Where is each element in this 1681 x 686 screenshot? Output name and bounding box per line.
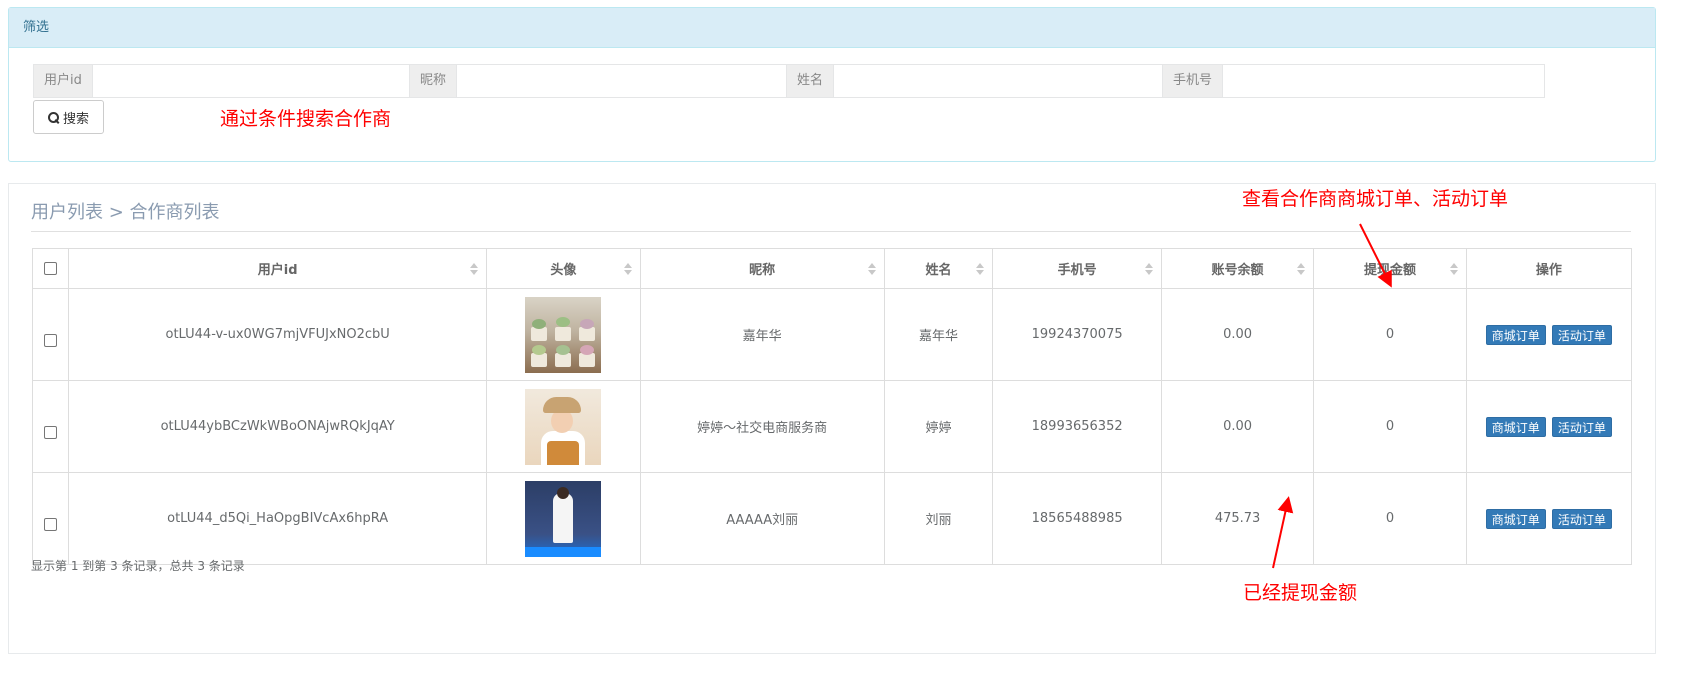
- column-header-balance[interactable]: 账号余额: [1160, 248, 1315, 289]
- column-header-withdrawn[interactable]: 提现金额: [1313, 248, 1467, 289]
- name-label: 姓名: [787, 65, 835, 97]
- actions-cell: 商城订单 活动订单: [1465, 380, 1633, 473]
- table-row: otLU44-v-ux0WG7mjVFUJxNO2cbU 嘉年华 嘉年华 199…: [31, 288, 1633, 381]
- nickname-cell: 嘉年华: [639, 288, 885, 381]
- avatar-cell: [486, 472, 641, 565]
- partner-list-panel: 用户列表 > 合作商列表 用户id 头像 昵称 姓名 手机号 账号余额 提现金额…: [8, 183, 1656, 654]
- search-button[interactable]: 搜索: [33, 100, 104, 134]
- filter-panel: 筛选 用户id 昵称 姓名 手机号 搜索: [8, 7, 1656, 162]
- nickname-filter: 昵称: [409, 64, 792, 98]
- name-cell: 刘丽: [883, 472, 994, 565]
- mall-orders-button[interactable]: 商城订单: [1485, 324, 1546, 345]
- breadcrumb: 用户列表 > 合作商列表: [31, 202, 220, 223]
- search-annotation: 通过条件搜索合作商: [220, 108, 392, 130]
- withdrawn-cell: 0: [1313, 380, 1467, 473]
- page: 筛选 用户id 昵称 姓名 手机号 搜索 通过条件搜索合作商 用户列表 > 合作…: [0, 0, 1681, 686]
- user-id-cell: otLU44_d5Qi_HaOpgBIVcAx6hpRA: [68, 472, 488, 565]
- user-id-input[interactable]: [92, 65, 415, 97]
- actions-cell: 商城订单 活动订单: [1465, 288, 1633, 381]
- withdrawn-cell: 0: [1313, 472, 1467, 565]
- sort-icon[interactable]: [867, 263, 876, 275]
- phone-cell: 18993656352: [992, 380, 1162, 473]
- sort-icon[interactable]: [1297, 263, 1306, 275]
- withdrawn-cell: 0: [1313, 288, 1467, 381]
- nickname-input[interactable]: [457, 65, 791, 97]
- user-id-cell: otLU44ybBCzWkWBoONAjwRQkJqAY: [68, 380, 488, 473]
- mall-orders-button[interactable]: 商城订单: [1485, 508, 1546, 529]
- user-id-cell: otLU44-v-ux0WG7mjVFUJxNO2cbU: [68, 288, 488, 381]
- row-checkbox[interactable]: [44, 334, 58, 347]
- balance-cell: 0.00: [1160, 380, 1315, 473]
- row-select-cell: [31, 288, 70, 381]
- actions-cell: 商城订单 活动订单: [1465, 472, 1633, 565]
- avatar-cell: [486, 380, 641, 473]
- sort-icon[interactable]: [1144, 263, 1153, 275]
- name-input[interactable]: [834, 65, 1168, 97]
- phone-cell: 18565488985: [992, 472, 1162, 565]
- name-cell: 婷婷: [883, 380, 994, 473]
- nickname-cell: AAAAA刘丽: [639, 472, 885, 565]
- name-cell: 嘉年华: [883, 288, 994, 381]
- column-header-phone[interactable]: 手机号: [992, 248, 1162, 289]
- sort-icon[interactable]: [1449, 263, 1458, 275]
- phone-label: 手机号: [1163, 65, 1224, 97]
- phone-cell: 19924370075: [992, 288, 1162, 381]
- withdrawn-annotation: 已经提现金额: [1243, 582, 1358, 604]
- search-button-label: 搜索: [62, 111, 89, 127]
- column-header-user-id[interactable]: 用户id: [68, 248, 488, 289]
- search-icon: [47, 111, 59, 123]
- row-select-cell: [31, 380, 70, 473]
- activity-orders-button[interactable]: 活动订单: [1551, 416, 1612, 437]
- sort-icon[interactable]: [623, 263, 632, 275]
- pagination-info: 显示第 1 到第 3 条记录，总共 3 条记录: [31, 559, 245, 573]
- select-all-checkbox[interactable]: [44, 262, 58, 275]
- table-row: otLU44_d5Qi_HaOpgBIVcAx6hpRA AAAAA刘丽 刘丽 …: [31, 472, 1633, 565]
- column-header-name[interactable]: 姓名: [883, 248, 994, 289]
- row-checkbox[interactable]: [44, 518, 58, 531]
- column-header-nickname[interactable]: 昵称: [639, 248, 885, 289]
- filter-heading: 筛选: [9, 8, 1655, 48]
- avatar: [525, 296, 602, 373]
- user-id-filter: 用户id: [33, 64, 416, 98]
- nickname-label: 昵称: [410, 65, 458, 97]
- partner-table: 用户id 头像 昵称 姓名 手机号 账号余额 提现金额 操作 otLU44-v-…: [31, 248, 1633, 565]
- mall-orders-button[interactable]: 商城订单: [1485, 416, 1546, 437]
- phone-input[interactable]: [1223, 65, 1544, 97]
- phone-filter: 手机号: [1162, 64, 1545, 98]
- row-select-cell: [31, 472, 70, 565]
- breadcrumb-divider: [31, 231, 1631, 232]
- orders-annotation: 查看合作商商城订单、活动订单: [1242, 188, 1509, 210]
- column-header-actions: 操作: [1465, 248, 1633, 289]
- nickname-cell: 婷婷～社交电商服务商: [639, 380, 885, 473]
- balance-cell: 0.00: [1160, 288, 1315, 381]
- column-header-avatar[interactable]: 头像: [486, 248, 641, 289]
- select-all-header: [31, 248, 70, 289]
- sort-icon[interactable]: [976, 263, 985, 275]
- sort-icon[interactable]: [470, 263, 479, 275]
- avatar: [525, 388, 602, 465]
- row-checkbox[interactable]: [44, 426, 58, 439]
- avatar-cell: [486, 288, 641, 381]
- user-id-label: 用户id: [34, 65, 93, 97]
- activity-orders-button[interactable]: 活动订单: [1551, 508, 1612, 529]
- name-filter: 姓名: [786, 64, 1169, 98]
- table-header-row: 用户id 头像 昵称 姓名 手机号 账号余额 提现金额 操作: [31, 248, 1633, 289]
- table-row: otLU44ybBCzWkWBoONAjwRQkJqAY 婷婷～社交电商服务商 …: [31, 380, 1633, 473]
- avatar: [525, 480, 602, 557]
- balance-cell: 475.73: [1160, 472, 1315, 565]
- activity-orders-button[interactable]: 活动订单: [1551, 324, 1612, 345]
